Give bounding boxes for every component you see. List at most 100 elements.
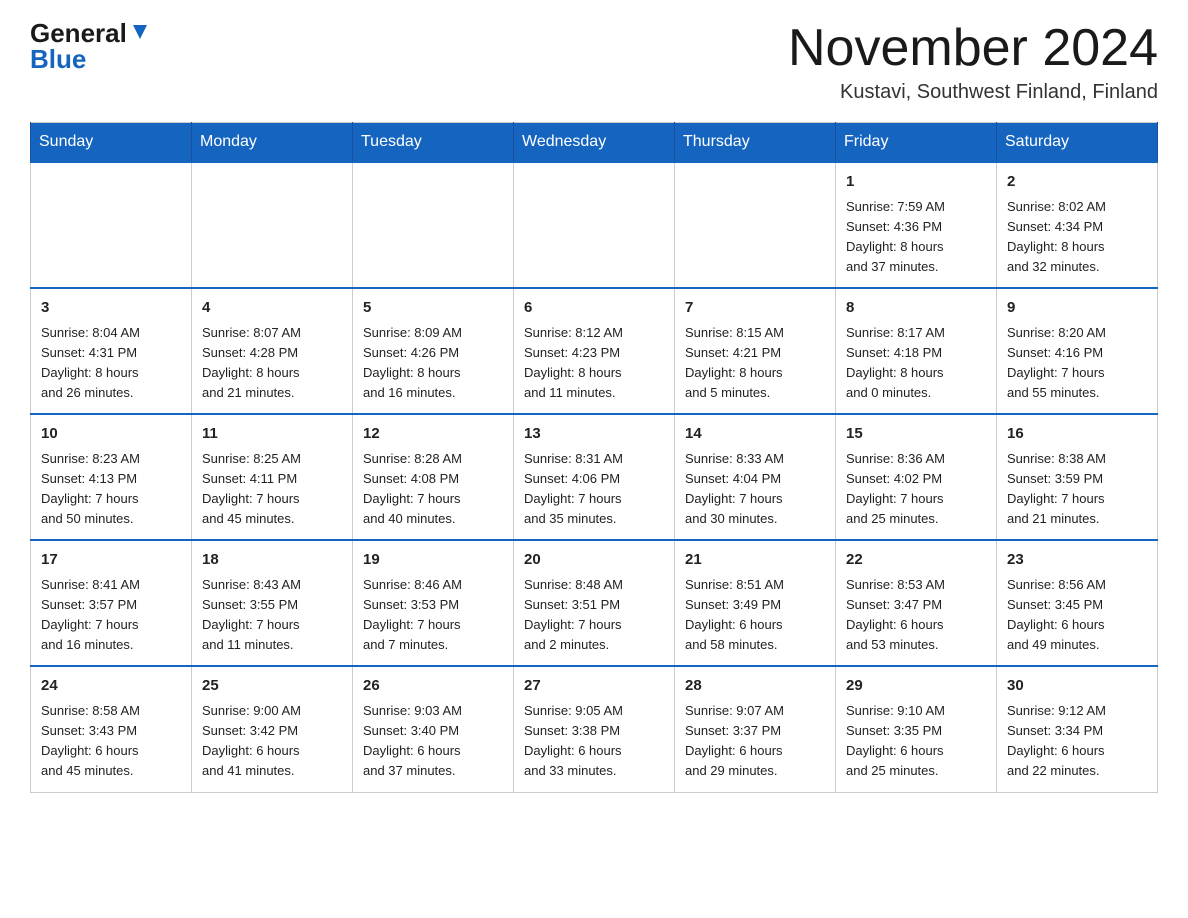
title-block: November 2024 Kustavi, Southwest Finland… — [788, 20, 1158, 104]
calendar-cell: 22 Sunrise: 8:53 AMSunset: 3:47 PMDayligh… — [836, 540, 997, 666]
day-info: Sunrise: 8:12 AMSunset: 4:23 PMDaylight:… — [524, 323, 664, 404]
day-info: Sunrise: 8:17 AMSunset: 4:18 PMDaylight:… — [846, 323, 986, 404]
day-info: Sunrise: 8:46 AMSunset: 3:53 PMDaylight:… — [363, 575, 503, 656]
day-info: Sunrise: 8:04 AMSunset: 4:31 PMDaylight:… — [41, 323, 181, 404]
page-header: General Blue November 2024 Kustavi, Sout… — [30, 20, 1158, 104]
day-of-week-header: Saturday — [997, 123, 1158, 163]
calendar-week-row: 3 Sunrise: 8:04 AMSunset: 4:31 PMDaylight… — [31, 288, 1158, 414]
calendar-cell: 24Sunrise: 8:58 AMSunset: 3:43 PMDayligh… — [31, 666, 192, 792]
calendar-cell: 14 Sunrise: 8:33 AMSunset: 4:04 PMDayligh… — [675, 414, 836, 540]
day-info: Sunrise: 8:25 AMSunset: 4:11 PMDaylight:… — [202, 449, 342, 530]
day-info: Sunrise: 8:20 AMSunset: 4:16 PMDaylight:… — [1007, 323, 1147, 404]
calendar-cell: 16Sunrise: 8:38 AMSunset: 3:59 PMDayligh… — [997, 414, 1158, 540]
day-number: 7 — [685, 297, 825, 320]
day-number: 5 — [363, 297, 503, 320]
day-info: Sunrise: 7:59 AMSunset: 4:36 PMDaylight:… — [846, 197, 986, 278]
calendar-week-row: 10 Sunrise: 8:23 AMSunset: 4:13 PMDayligh… — [31, 414, 1158, 540]
logo: General Blue — [30, 20, 151, 75]
day-info: Sunrise: 8:36 AMSunset: 4:02 PMDaylight:… — [846, 449, 986, 530]
day-info: Sunrise: 9:00 AMSunset: 3:42 PMDaylight:… — [202, 701, 342, 782]
calendar-cell — [353, 162, 514, 288]
day-number: 18 — [202, 549, 342, 572]
day-info: Sunrise: 8:02 AMSunset: 4:34 PMDaylight:… — [1007, 197, 1147, 278]
calendar-cell: 17Sunrise: 8:41 AMSunset: 3:57 PMDayligh… — [31, 540, 192, 666]
calendar-header-row: SundayMondayTuesdayWednesdayThursdayFrid… — [31, 123, 1158, 163]
calendar-week-row: 17Sunrise: 8:41 AMSunset: 3:57 PMDayligh… — [31, 540, 1158, 666]
calendar-cell: 2 Sunrise: 8:02 AMSunset: 4:34 PMDaylight… — [997, 162, 1158, 288]
calendar-cell: 4 Sunrise: 8:07 AMSunset: 4:28 PMDaylight… — [192, 288, 353, 414]
calendar-cell: 27 Sunrise: 9:05 AMSunset: 3:38 PMDayligh… — [514, 666, 675, 792]
location: Kustavi, Southwest Finland, Finland — [788, 81, 1158, 104]
day-info: Sunrise: 8:58 AMSunset: 3:43 PMDaylight:… — [41, 701, 181, 782]
day-info: Sunrise: 9:05 AMSunset: 3:38 PMDaylight:… — [524, 701, 664, 782]
calendar-cell — [514, 162, 675, 288]
day-number: 23 — [1007, 549, 1147, 572]
calendar-cell: 19 Sunrise: 8:46 AMSunset: 3:53 PMDayligh… — [353, 540, 514, 666]
day-of-week-header: Sunday — [31, 123, 192, 163]
day-of-week-header: Tuesday — [353, 123, 514, 163]
day-info: Sunrise: 8:33 AMSunset: 4:04 PMDaylight:… — [685, 449, 825, 530]
calendar-cell: 21 Sunrise: 8:51 AMSunset: 3:49 PMDayligh… — [675, 540, 836, 666]
day-number: 14 — [685, 423, 825, 446]
day-number: 9 — [1007, 297, 1147, 320]
day-info: Sunrise: 8:56 AMSunset: 3:45 PMDaylight:… — [1007, 575, 1147, 656]
day-number: 8 — [846, 297, 986, 320]
calendar-cell: 13 Sunrise: 8:31 AMSunset: 4:06 PMDayligh… — [514, 414, 675, 540]
calendar-cell: 20 Sunrise: 8:48 AMSunset: 3:51 PMDayligh… — [514, 540, 675, 666]
calendar-cell: 9 Sunrise: 8:20 AMSunset: 4:16 PMDaylight… — [997, 288, 1158, 414]
calendar-cell: 5 Sunrise: 8:09 AMSunset: 4:26 PMDaylight… — [353, 288, 514, 414]
day-info: Sunrise: 8:31 AMSunset: 4:06 PMDaylight:… — [524, 449, 664, 530]
calendar-cell: 1 Sunrise: 7:59 AMSunset: 4:36 PMDaylight… — [836, 162, 997, 288]
month-title: November 2024 — [788, 20, 1158, 77]
day-info: Sunrise: 8:09 AMSunset: 4:26 PMDaylight:… — [363, 323, 503, 404]
day-number: 21 — [685, 549, 825, 572]
calendar-cell: 10 Sunrise: 8:23 AMSunset: 4:13 PMDayligh… — [31, 414, 192, 540]
day-number: 15 — [846, 423, 986, 446]
day-number: 2 — [1007, 171, 1147, 194]
day-number: 22 — [846, 549, 986, 572]
day-number: 6 — [524, 297, 664, 320]
day-number: 12 — [363, 423, 503, 446]
day-info: Sunrise: 8:23 AMSunset: 4:13 PMDaylight:… — [41, 449, 181, 530]
day-number: 29 — [846, 675, 986, 698]
day-number: 4 — [202, 297, 342, 320]
day-info: Sunrise: 8:07 AMSunset: 4:28 PMDaylight:… — [202, 323, 342, 404]
day-info: Sunrise: 8:51 AMSunset: 3:49 PMDaylight:… — [685, 575, 825, 656]
day-number: 25 — [202, 675, 342, 698]
day-number: 1 — [846, 171, 986, 194]
calendar-cell — [675, 162, 836, 288]
day-number: 3 — [41, 297, 181, 320]
calendar-cell: 11 Sunrise: 8:25 AMSunset: 4:11 PMDayligh… — [192, 414, 353, 540]
day-info: Sunrise: 9:12 AMSunset: 3:34 PMDaylight:… — [1007, 701, 1147, 782]
day-number: 19 — [363, 549, 503, 572]
day-info: Sunrise: 8:15 AMSunset: 4:21 PMDaylight:… — [685, 323, 825, 404]
calendar-week-row: 1 Sunrise: 7:59 AMSunset: 4:36 PMDaylight… — [31, 162, 1158, 288]
day-number: 20 — [524, 549, 664, 572]
calendar-cell: 25 Sunrise: 9:00 AMSunset: 3:42 PMDayligh… — [192, 666, 353, 792]
calendar-table: SundayMondayTuesdayWednesdayThursdayFrid… — [30, 122, 1158, 792]
day-number: 11 — [202, 423, 342, 446]
day-info: Sunrise: 8:48 AMSunset: 3:51 PMDaylight:… — [524, 575, 664, 656]
calendar-cell — [31, 162, 192, 288]
day-of-week-header: Monday — [192, 123, 353, 163]
day-number: 27 — [524, 675, 664, 698]
calendar-cell: 26Sunrise: 9:03 AMSunset: 3:40 PMDayligh… — [353, 666, 514, 792]
calendar-cell: 12 Sunrise: 8:28 AMSunset: 4:08 PMDayligh… — [353, 414, 514, 540]
day-of-week-header: Friday — [836, 123, 997, 163]
day-number: 30 — [1007, 675, 1147, 698]
day-info: Sunrise: 8:53 AMSunset: 3:47 PMDaylight:… — [846, 575, 986, 656]
day-info: Sunrise: 9:10 AMSunset: 3:35 PMDaylight:… — [846, 701, 986, 782]
day-info: Sunrise: 8:28 AMSunset: 4:08 PMDaylight:… — [363, 449, 503, 530]
calendar-cell: 28 Sunrise: 9:07 AMSunset: 3:37 PMDayligh… — [675, 666, 836, 792]
day-info: Sunrise: 8:43 AMSunset: 3:55 PMDaylight:… — [202, 575, 342, 656]
calendar-cell: 6 Sunrise: 8:12 AMSunset: 4:23 PMDaylight… — [514, 288, 675, 414]
calendar-cell: 30 Sunrise: 9:12 AMSunset: 3:34 PMDayligh… — [997, 666, 1158, 792]
calendar-cell: 29 Sunrise: 9:10 AMSunset: 3:35 PMDayligh… — [836, 666, 997, 792]
day-number: 26 — [363, 675, 503, 698]
day-info: Sunrise: 8:38 AMSunset: 3:59 PMDaylight:… — [1007, 449, 1147, 530]
day-number: 10 — [41, 423, 181, 446]
day-number: 13 — [524, 423, 664, 446]
logo-general: General — [30, 20, 127, 46]
day-number: 28 — [685, 675, 825, 698]
day-info: Sunrise: 9:07 AMSunset: 3:37 PMDaylight:… — [685, 701, 825, 782]
